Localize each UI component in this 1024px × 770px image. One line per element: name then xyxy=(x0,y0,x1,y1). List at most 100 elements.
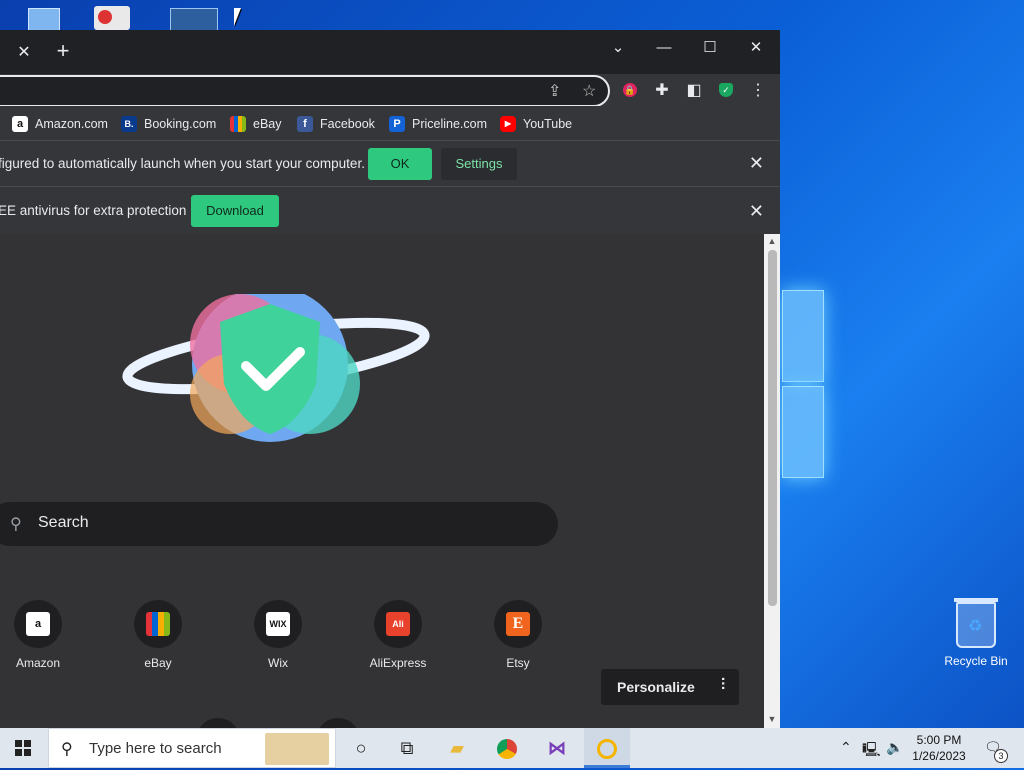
bookmark-ebay[interactable]: eBay xyxy=(230,115,282,133)
search-icon: ⚲ xyxy=(10,516,22,533)
wix-icon: WIX xyxy=(266,612,290,636)
puzzle-icon[interactable]: ✚ xyxy=(652,80,672,100)
etsy-icon: E xyxy=(506,612,530,636)
shortcut-label: Wix xyxy=(268,656,288,670)
close-window-button[interactable]: ✕ xyxy=(736,34,776,62)
extension-red-icon[interactable]: 🔒 xyxy=(620,80,640,98)
shortcut-partial[interactable] xyxy=(196,718,240,728)
bookmark-youtube[interactable]: ▶ YouTube xyxy=(500,115,572,133)
bookmark-amazon[interactable]: a Amazon.com xyxy=(12,115,108,133)
toolbar: ⇪ ☆ 🔒 ✚ ◧ ✓ ⋮ xyxy=(0,74,780,107)
scrollbar[interactable]: ▲ ▼ xyxy=(764,234,780,728)
shortcut-aliexpress[interactable]: Ali AliExpress xyxy=(358,600,438,670)
antivirus-infobar-message: EE antivirus for extra protection xyxy=(0,203,187,218)
desktop-icon-3[interactable] xyxy=(170,0,218,32)
task-view-cortana-button[interactable]: ○ xyxy=(338,728,384,768)
desktop-icon-1[interactable] xyxy=(28,0,74,32)
new-tab-button[interactable]: + xyxy=(52,38,74,64)
amazon-icon: a xyxy=(26,612,50,636)
bookmark-label: eBay xyxy=(253,117,282,131)
bookmark-facebook[interactable]: f Facebook xyxy=(297,115,375,133)
shortcut-label: eBay xyxy=(144,656,172,670)
notification-count-badge: 3 xyxy=(994,749,1008,763)
shield-icon[interactable]: ✓ xyxy=(716,80,736,98)
network-icon[interactable]: 🖳 xyxy=(862,739,881,763)
ok-button[interactable]: OK xyxy=(368,148,432,180)
taskbar-search-placeholder: Type here to search xyxy=(89,740,222,757)
task-view-button[interactable]: ⧉ xyxy=(384,728,430,768)
taskbar: ⚲ Type here to search ○ ⧉ ▰ ⋈ ⌃ 🖳 🔈 5:00… xyxy=(0,728,1024,768)
scroll-thumb[interactable] xyxy=(768,250,777,606)
start-button[interactable] xyxy=(0,728,46,768)
browser-taskbar-button[interactable] xyxy=(584,728,630,768)
ebay-icon xyxy=(230,116,246,132)
bookmark-label: Amazon.com xyxy=(35,117,108,131)
chrome-button[interactable] xyxy=(484,728,530,768)
desktop-icon-2[interactable] xyxy=(94,0,140,30)
volume-icon[interactable]: 🔈 xyxy=(886,739,903,756)
youtube-icon: ▶ xyxy=(500,116,516,132)
close-infobar-button[interactable]: ✕ xyxy=(749,201,764,222)
share-icon[interactable]: ⇪ xyxy=(548,81,561,101)
show-hidden-icons-chevron[interactable]: ⌃ xyxy=(840,739,852,756)
file-explorer-button[interactable]: ▰ xyxy=(434,728,480,768)
startup-infobar-message: figured to automatically launch when you… xyxy=(0,156,365,171)
sliders-icon: ⫶ xyxy=(720,677,725,694)
recycle-bin-icon: ♻ xyxy=(954,598,998,648)
clock[interactable]: 5:00 PM 1/26/2023 xyxy=(902,732,976,764)
address-bar[interactable]: ⇪ ☆ xyxy=(0,75,610,107)
bookmark-priceline[interactable]: P Priceline.com xyxy=(389,115,487,133)
clock-time: 5:00 PM xyxy=(916,733,962,747)
recycle-bin-label: Recycle Bin xyxy=(944,654,1008,668)
shortcut-wix[interactable]: WIX Wix xyxy=(238,600,318,670)
chrome-icon xyxy=(497,739,517,760)
startup-infobar: figured to automatically launch when you… xyxy=(0,141,780,187)
scroll-up-arrow[interactable]: ▲ xyxy=(764,236,780,246)
priceline-icon: P xyxy=(389,116,405,132)
new-tab-page: ⚲ Search a Amazon eBay WIX Wix Ali AliEx… xyxy=(0,234,780,728)
settings-button[interactable]: Settings xyxy=(441,148,517,180)
tab-close-button[interactable]: ✕ xyxy=(14,42,34,62)
close-infobar-button[interactable]: ✕ xyxy=(749,153,764,174)
booking-icon: B. xyxy=(121,116,137,132)
visual-studio-icon: ⋈ xyxy=(548,738,566,758)
tab-strip: ✕ + ⌄ — ☐ ✕ xyxy=(0,30,780,74)
ebay-bag-icon xyxy=(146,612,170,636)
sidepanel-icon[interactable]: ◧ xyxy=(684,80,704,100)
download-button[interactable]: Download xyxy=(191,195,279,227)
menu-icon[interactable]: ⋮ xyxy=(748,80,768,100)
bookmark-label: YouTube xyxy=(523,117,573,131)
visual-studio-button[interactable]: ⋈ xyxy=(534,728,580,768)
shortcut-label: Etsy xyxy=(506,656,530,670)
search-placeholder: Search xyxy=(38,514,89,531)
aliexpress-icon: Ali xyxy=(386,612,410,636)
clock-date: 1/26/2023 xyxy=(912,749,966,763)
browser-window: ✕ + ⌄ — ☐ ✕ ⇪ ☆ 🔒 ✚ ◧ ✓ ⋮ a Amazon.com B… xyxy=(0,30,780,728)
shortcut-ebay[interactable]: eBay xyxy=(118,600,198,670)
shortcut-etsy[interactable]: E Etsy xyxy=(478,600,558,670)
star-icon[interactable]: ☆ xyxy=(582,81,596,101)
bookmarks-bar: a Amazon.com B. Booking.com eBay f Faceb… xyxy=(0,106,780,141)
bookmark-booking[interactable]: B. Booking.com xyxy=(121,115,216,133)
tab-search-button[interactable]: ⌄ xyxy=(598,34,638,62)
taskbar-search-box[interactable]: ⚲ Type here to search xyxy=(48,728,336,768)
maximize-button[interactable]: ☐ xyxy=(690,34,730,62)
minimize-button[interactable]: — xyxy=(644,34,684,62)
bookmark-label: Facebook xyxy=(320,117,375,131)
recycle-bin[interactable]: ♻ Recycle Bin xyxy=(944,598,1008,668)
search-box[interactable]: ⚲ Search xyxy=(0,502,558,546)
shortcut-amazon[interactable]: a Amazon xyxy=(0,600,78,670)
folder-icon: ▰ xyxy=(450,738,464,758)
antivirus-infobar: EE antivirus for extra protection Downlo… xyxy=(0,187,780,236)
notifications-button[interactable]: 🗨 3 xyxy=(984,739,1008,763)
windows-logo-wallpaper xyxy=(782,290,824,480)
shortcut-label: Amazon xyxy=(15,656,61,670)
cortana-circle-icon: ○ xyxy=(355,738,367,758)
personalize-label: Personalize xyxy=(617,679,695,695)
bookmark-label: Priceline.com xyxy=(412,117,488,131)
personalize-button[interactable]: Personalize ⫶ xyxy=(601,669,739,705)
bookmark-label: Booking.com xyxy=(144,117,217,131)
amazon-icon: a xyxy=(12,116,28,132)
shortcut-partial[interactable] xyxy=(316,718,360,728)
scroll-down-arrow[interactable]: ▼ xyxy=(764,714,780,724)
